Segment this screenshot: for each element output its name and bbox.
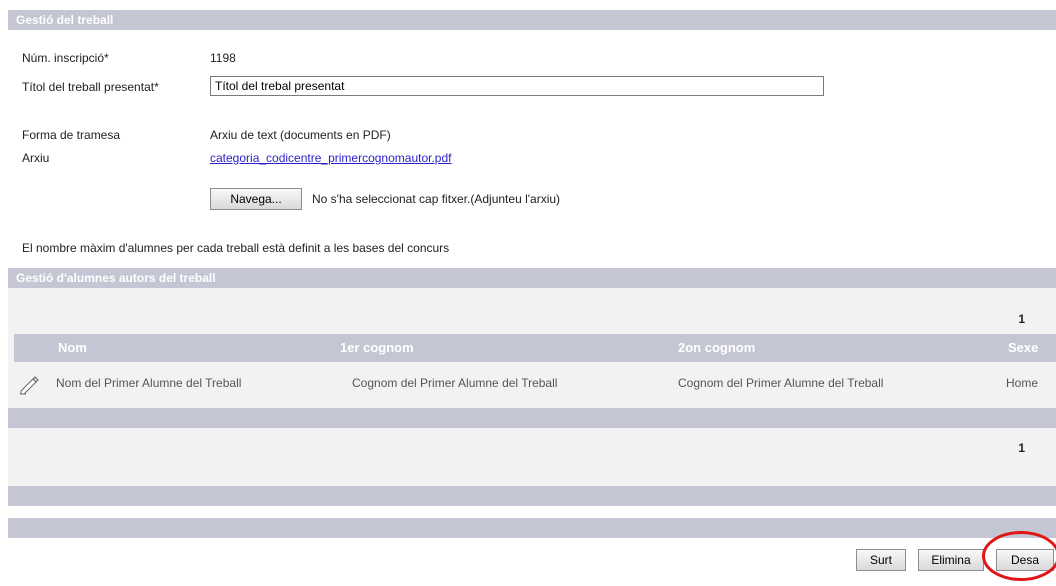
shipping-value: Arxiu de text (documents en PDF)	[210, 128, 391, 142]
table-footer-bar	[8, 408, 1056, 428]
title-input[interactable]	[210, 76, 824, 96]
divider-bar-2	[8, 518, 1056, 538]
inscription-value: 1198	[210, 51, 236, 65]
student-name: Nom del Primer Alumne del Treball	[56, 376, 242, 390]
column-header-second-surname[interactable]: 2on cognom	[678, 334, 755, 362]
table-row[interactable]: Nom del Primer Alumne del Treball Cognom…	[14, 366, 1056, 400]
divider-bar	[8, 486, 1056, 506]
pager-bottom[interactable]: 1	[1018, 441, 1025, 455]
title-label: Títol del treball presentat*	[22, 80, 159, 94]
column-header-first-surname[interactable]: 1er cognom	[340, 334, 414, 362]
edit-pencil-icon[interactable]	[18, 372, 42, 396]
browse-button[interactable]: Navega...	[210, 188, 302, 210]
max-students-note: El nombre màxim d'alumnes per cada treba…	[22, 241, 450, 255]
no-file-text: No s'ha seleccionat cap fitxer.(Adjunteu…	[312, 192, 561, 206]
exit-button[interactable]: Surt	[856, 549, 906, 571]
section-header-students: Gestió d'alumnes autors del treball	[8, 268, 1056, 288]
table-header: Nom 1er cognom 2on cognom Sexe	[14, 334, 1056, 362]
column-header-sex[interactable]: Sexe	[1008, 334, 1038, 362]
inscription-label: Núm. inscripció*	[22, 51, 109, 65]
highlight-ellipse	[982, 531, 1056, 581]
pager-top[interactable]: 1	[1018, 312, 1025, 326]
delete-button[interactable]: Elimina	[918, 549, 984, 571]
student-sex: Home	[1006, 376, 1039, 390]
section-header-work: Gestió del treball	[8, 10, 1056, 30]
column-header-name[interactable]: Nom	[58, 334, 87, 362]
student-first-surname: Cognom del Primer Alumne del Treball	[352, 376, 558, 390]
file-label: Arxiu	[22, 151, 50, 165]
file-link[interactable]: categoria_codicentre_primercognomautor.p…	[210, 151, 451, 165]
student-second-surname: Cognom del Primer Alumne del Treball	[678, 376, 884, 390]
shipping-label: Forma de tramesa	[22, 128, 121, 142]
